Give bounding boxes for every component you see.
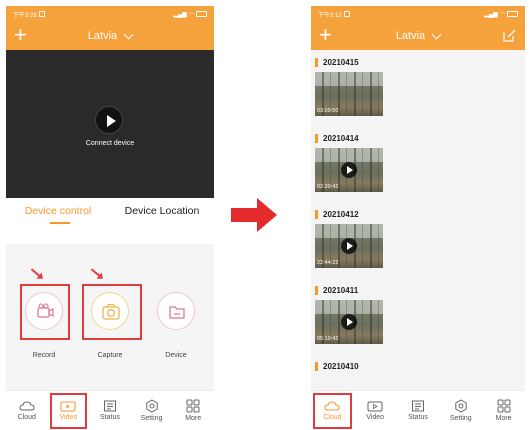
chevron-down-icon xyxy=(431,29,442,39)
nav-more[interactable]: More xyxy=(482,391,525,430)
signal-icon: ▂▄▆ xyxy=(484,11,498,18)
control-tabs: Device control Device Location xyxy=(6,198,214,244)
nav-video[interactable]: Video xyxy=(48,391,90,430)
location-label: Latvia xyxy=(395,30,426,42)
play-icon[interactable] xyxy=(341,238,357,254)
battery-icon xyxy=(507,11,518,17)
thumbnail-time: 03:09:50 xyxy=(317,108,339,114)
wifi-icon: ◠ xyxy=(188,11,194,18)
thumbnail-time: 05:19:42 xyxy=(317,336,339,342)
capture-label: Capture xyxy=(97,352,123,359)
battery-icon xyxy=(196,11,207,17)
video-thumbnail[interactable]: 05:19:42 xyxy=(315,300,383,344)
thumbnail-time: 22:44:22 xyxy=(317,260,339,266)
add-device-icon[interactable]: + xyxy=(319,24,332,46)
date-header: 20210410 xyxy=(311,356,525,376)
record-label: Record xyxy=(32,352,56,359)
recording-group: 20210410 xyxy=(311,356,525,376)
nav-cloud[interactable]: Cloud xyxy=(311,391,354,430)
play-icon[interactable] xyxy=(341,314,357,330)
folder-icon xyxy=(157,292,195,330)
edit-icon[interactable] xyxy=(503,29,516,42)
status-bar: 下午3:28 ▂▄▆ ◠ xyxy=(6,6,214,22)
recording-group: 20210411 05:19:42 xyxy=(311,280,525,344)
gear-icon xyxy=(145,399,158,413)
recording-group: 20210415 03:09:50 xyxy=(311,52,525,116)
add-device-icon[interactable]: + xyxy=(14,24,27,46)
app-header: + Latvia xyxy=(311,22,525,50)
device-label: Device xyxy=(165,352,187,359)
play-icon[interactable] xyxy=(341,162,357,178)
bottom-nav: Cloud Video Status Setting More xyxy=(6,390,214,430)
signal-icon: ▂▄▆ xyxy=(173,11,187,18)
video-player[interactable]: Connect device xyxy=(6,50,214,198)
wifi-icon: ◠ xyxy=(499,11,505,18)
recording-group: 20210414 02:39:42 xyxy=(311,128,525,192)
play-icon[interactable] xyxy=(95,106,123,134)
video-thumbnail[interactable]: 03:09:50 xyxy=(315,72,383,116)
notification-icon xyxy=(38,11,45,17)
bottom-nav: Cloud Video Status Setting More xyxy=(311,390,525,430)
cloud-icon xyxy=(324,401,340,411)
tab-device-location[interactable]: Device Location xyxy=(110,198,214,244)
nav-setting[interactable]: Setting xyxy=(439,391,482,430)
pointer-arrow-icon xyxy=(30,268,42,278)
location-selector[interactable]: Latvia xyxy=(395,29,442,42)
connect-device-text: Connect device xyxy=(85,140,135,147)
status-time: 下午3:28 xyxy=(13,12,37,19)
right-phone-screen: 下午3:12 ▂▄▆ ◠ + Latvia 20210415 03:09:50 … xyxy=(311,6,525,430)
cloud-icon xyxy=(19,401,35,411)
video-thumbnail[interactable]: 02:39:42 xyxy=(315,148,383,192)
nav-cloud[interactable]: Cloud xyxy=(6,391,48,430)
grid-icon xyxy=(497,399,511,413)
gear-icon xyxy=(455,399,467,413)
nav-status[interactable]: Status xyxy=(397,391,440,430)
tab-device-control[interactable]: Device control xyxy=(6,198,110,244)
video-icon xyxy=(60,401,76,412)
date-header: 20210414 xyxy=(311,128,525,148)
device-control[interactable]: Device xyxy=(156,292,196,359)
location-selector[interactable]: Latvia xyxy=(87,29,134,42)
location-label: Latvia xyxy=(87,30,118,42)
nav-video[interactable]: Video xyxy=(354,391,397,430)
highlight-capture xyxy=(82,284,142,340)
status-time: 下午3:12 xyxy=(318,12,342,19)
highlight-record xyxy=(20,284,70,340)
video-thumbnail[interactable]: 22:44:22 xyxy=(315,224,383,268)
nav-more[interactable]: More xyxy=(172,391,214,430)
left-phone-screen: 下午3:28 ▂▄▆ ◠ + Latvia Connect device Dev… xyxy=(6,6,214,430)
date-header: 20210411 xyxy=(311,280,525,300)
notification-icon xyxy=(343,11,350,17)
pointer-arrow-icon xyxy=(90,268,102,278)
nav-status[interactable]: Status xyxy=(89,391,131,430)
date-header: 20210412 xyxy=(311,204,525,224)
date-header: 20210415 xyxy=(311,52,525,72)
recording-group: 20210412 22:44:22 xyxy=(311,204,525,268)
app-header: + Latvia xyxy=(6,22,214,50)
status-icon xyxy=(411,400,424,412)
active-tab-indicator xyxy=(50,222,70,224)
recording-list: 20210415 03:09:50 20210414 02:39:42 2021… xyxy=(311,50,525,376)
chevron-down-icon xyxy=(123,29,134,39)
status-bar: 下午3:12 ▂▄▆ ◠ xyxy=(311,6,525,22)
device-controls: Record Capture Device xyxy=(6,244,214,394)
status-icon xyxy=(103,400,116,412)
transition-arrow-icon xyxy=(231,198,277,232)
video-icon xyxy=(367,401,383,412)
grid-icon xyxy=(186,399,200,413)
thumbnail-time: 02:39:42 xyxy=(317,184,339,190)
nav-setting[interactable]: Setting xyxy=(131,391,173,430)
